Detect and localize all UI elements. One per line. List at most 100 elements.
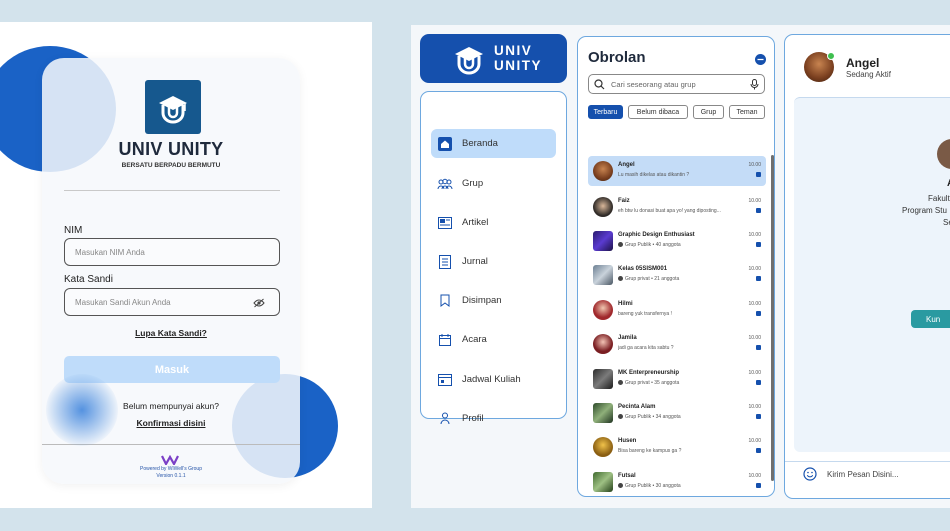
chat-name: Hilmi	[618, 301, 633, 307]
avatar	[593, 300, 613, 320]
unread-badge	[756, 242, 761, 247]
avatar	[593, 437, 613, 457]
profile-icon	[437, 411, 453, 427]
chat-preview: Grup Publik • 40 anggota	[618, 242, 742, 248]
sidebar-item-jurnal[interactable]: Jurnal	[431, 247, 556, 276]
chat-time: 10.00	[748, 335, 761, 341]
nim-placeholder: Masukan NIM Anda	[75, 247, 145, 257]
chat-title: Obrolan	[588, 49, 646, 66]
avatar	[593, 403, 613, 423]
schedule-icon	[437, 372, 453, 388]
sidebar-item-beranda[interactable]: Beranda	[431, 129, 556, 158]
sidebar-item-acara[interactable]: Acara	[431, 325, 556, 354]
article-icon	[437, 215, 453, 231]
chat-preview: Grup privat • 21 anggota	[618, 276, 742, 282]
chat-time: 10.00	[748, 370, 761, 376]
unread-badge	[756, 448, 761, 453]
chat-preview-text: Grup Publik • 34 anggota	[625, 414, 681, 420]
avatar	[593, 161, 613, 181]
calendar-icon	[437, 332, 453, 348]
chat-preview-text: Bisa bareng ke kampus ga ?	[618, 448, 682, 454]
eye-off-icon[interactable]	[253, 298, 265, 310]
chat-list-item[interactable]: Hilmi bareng yuk transfernya ! 10.00	[588, 295, 766, 325]
chat-preview: jadi ga acara kita sabtu ?	[618, 345, 742, 351]
filter-tab-grup[interactable]: Grup	[693, 105, 724, 119]
chat-time: 10.00	[748, 438, 761, 444]
chat-list-panel: Obrolan Cari seseorang atau grup Terbaru…	[577, 36, 775, 497]
chat-name: Jamila	[618, 335, 637, 341]
chat-preview: Grup privat • 35 anggota	[618, 380, 742, 386]
sidebar-item-artikel[interactable]: Artikel	[431, 208, 556, 237]
chat-preview: bareng yuk transfernya !	[618, 311, 742, 317]
sidebar-item-disimpan[interactable]: Disimpan	[431, 286, 556, 315]
sidebar-item-label: Beranda	[462, 138, 498, 149]
chat-name: Husen	[618, 438, 637, 444]
group-type-icon	[618, 276, 623, 282]
contact-info-line: Program Stu	[902, 206, 947, 215]
chat-window: Angel Sedang Aktif A Fakult Program Stu …	[784, 34, 950, 499]
sidebar: Beranda Grup Artikel Jurnal Disimpan Acara Jad…	[420, 91, 567, 425]
chat-name: Pecinta Alam	[618, 404, 656, 410]
chat-list-item[interactable]: MK Enterpreneurship Grup privat • 35 angg…	[588, 364, 766, 394]
search-input[interactable]: Cari seseorang atau grup	[588, 74, 765, 94]
contact-name: Angel	[846, 56, 880, 70]
avatar	[593, 334, 613, 354]
brand-title: UNIV UNITY	[118, 139, 224, 159]
chat-preview: Bisa bareng ke kampus ga ?	[618, 448, 742, 454]
mic-icon[interactable]	[750, 79, 759, 92]
filter-tab-belum-dibaca[interactable]: Belum dibaca	[628, 105, 688, 119]
avatar	[593, 369, 613, 389]
univ-unity-logo	[452, 43, 486, 80]
scrollbar[interactable]	[771, 155, 774, 481]
chat-list-item[interactable]: Angel Lu masih dikelas atau dikantin ? 10.…	[588, 156, 766, 186]
nim-input[interactable]: Masukan NIM Anda	[64, 238, 280, 266]
avatar	[593, 231, 613, 251]
chat-preview: Lu masih dikelas atau dikantin ?	[618, 172, 742, 178]
chat-list-item[interactable]: Graphic Design Enthusiast Grup Publik • 4…	[588, 226, 766, 256]
search-icon	[594, 79, 605, 92]
filter-tab-terbaru[interactable]: Terbaru	[588, 105, 623, 119]
chat-preview-text: Grup privat • 35 anggota	[625, 380, 680, 386]
chat-list-item[interactable]: Jamila jadi ga acara kita sabtu ? 10.00	[588, 329, 766, 359]
contact-action-button[interactable]: Kun	[911, 310, 950, 328]
chat-time: 10.00	[748, 198, 761, 204]
sidebar-item-jadwal-kuliah[interactable]: Jadwal Kuliah	[431, 365, 556, 394]
chat-body	[794, 97, 950, 452]
sidebar-item-grup[interactable]: Grup	[431, 169, 556, 198]
chat-list-item[interactable]: Kelas 05SISM001 Grup privat • 21 anggota 1…	[588, 260, 766, 290]
chat-list-item[interactable]: Futsal Grup Publik • 30 anggota 10.00	[588, 467, 766, 496]
avatar	[593, 197, 613, 217]
more-icon[interactable]	[755, 54, 766, 65]
brand-line-2: UNITY	[494, 58, 542, 73]
unread-badge	[756, 345, 761, 350]
sidebar-item-label: Profil	[462, 413, 484, 424]
chat-time: 10.00	[748, 266, 761, 272]
forgot-password-link[interactable]: Lupa Kata Sandi?	[42, 328, 300, 338]
contact-status: Sedang Aktif	[846, 70, 891, 79]
unread-badge	[756, 276, 761, 281]
message-placeholder: Kirim Pesan Disini...	[827, 470, 899, 479]
unread-badge	[756, 311, 761, 316]
chat-time: 10.00	[748, 162, 761, 168]
chat-time: 10.00	[748, 404, 761, 410]
chat-list-item[interactable]: Husen Bisa bareng ke kampus ga ? 10.00	[588, 432, 766, 462]
chat-list-item[interactable]: Faiz eh btw lu donasi buat apa yo! yang d…	[588, 192, 766, 222]
chat-preview-text: jadi ga acara kita sabtu ?	[618, 345, 674, 351]
emoji-icon[interactable]	[803, 467, 817, 486]
chat-list-item[interactable]: Pecinta Alam Grup Publik • 34 anggota 10.0…	[588, 398, 766, 428]
filter-tab-teman[interactable]: Teman	[729, 105, 765, 119]
message-input[interactable]: Kirim Pesan Disini...	[785, 461, 950, 487]
sidebar-item-label: Acara	[462, 334, 487, 345]
avatar	[593, 265, 613, 285]
chat-preview: Grup Publik • 34 anggota	[618, 414, 742, 420]
sidebar-item-profil[interactable]: Profil	[431, 404, 556, 433]
unread-badge	[756, 414, 761, 419]
chat-preview-text: Lu masih dikelas atau dikantin ?	[618, 172, 690, 178]
chat-name: Futsal	[618, 473, 636, 479]
unread-badge	[756, 172, 761, 177]
version-text: Version 0.1.1	[156, 473, 186, 479]
password-label: Kata Sandi	[64, 274, 113, 285]
group-type-icon	[618, 483, 623, 489]
chat-preview: eh btw lu donasi buat apa yo! yang dipos…	[618, 208, 742, 214]
password-input[interactable]: Masukan Sandi Akun Anda	[64, 288, 280, 316]
